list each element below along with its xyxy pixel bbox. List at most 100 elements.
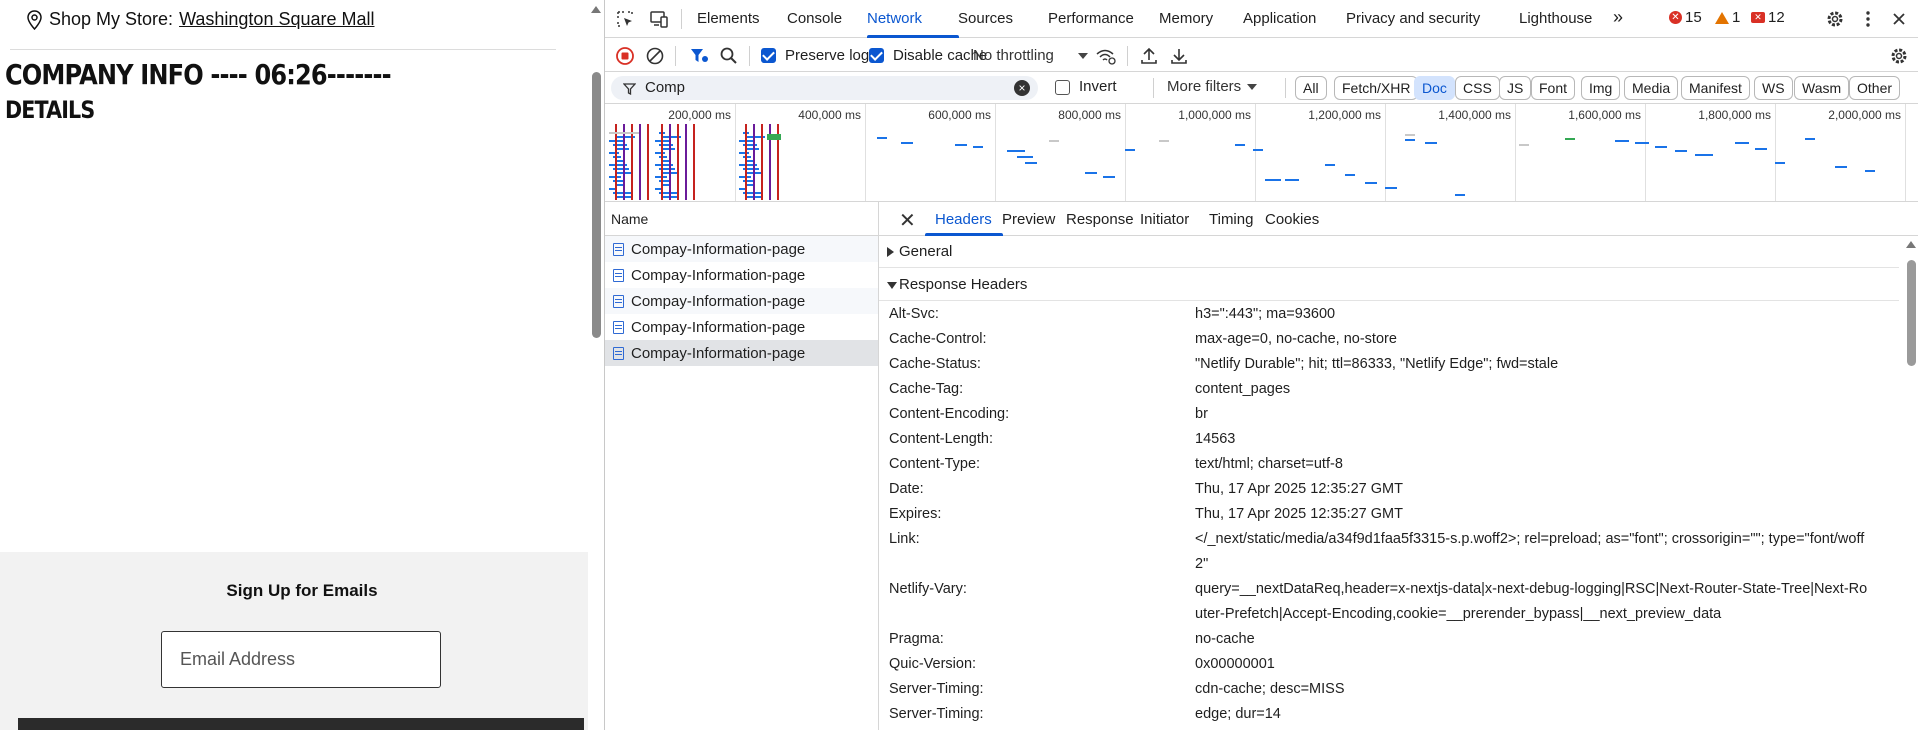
request-row[interactable]: Compay-Information-page <box>605 340 878 366</box>
tab-privacy-security[interactable]: Privacy and security <box>1346 10 1480 27</box>
header-value[interactable]: 14563 <box>1195 427 1899 452</box>
header-row: Cache-Tag: content_pages <box>879 377 1899 402</box>
tab-initiator[interactable]: Initiator <box>1140 211 1189 228</box>
header-name: Server-Timing: <box>889 681 984 697</box>
type-filter-other[interactable]: Other <box>1849 76 1901 100</box>
request-detail-pane: ✕ Headers Preview Response Initiator Tim… <box>879 202 1918 730</box>
request-row[interactable]: Compay-Information-page <box>605 288 878 314</box>
scroll-up-icon[interactable] <box>591 6 601 13</box>
kebab-menu-icon[interactable] <box>1858 9 1878 29</box>
clear-log-icon[interactable] <box>645 46 665 66</box>
type-filter-media[interactable]: Media <box>1624 76 1679 100</box>
page-scrollbar[interactable] <box>588 0 604 730</box>
header-value[interactable]: text/html; charset=utf-8 <box>1195 452 1899 477</box>
more-tabs-icon[interactable]: » <box>1613 7 1623 28</box>
tab-timing[interactable]: Timing <box>1209 211 1253 228</box>
store-selector[interactable]: Shop My Store: Washington Square Mall <box>26 9 375 30</box>
tab-network[interactable]: Network <box>867 10 922 27</box>
scrollbar-thumb[interactable] <box>1907 260 1916 366</box>
tab-elements[interactable]: Elements <box>697 10 760 27</box>
tab-sources[interactable]: Sources <box>958 10 1013 27</box>
type-filter-doc[interactable]: Doc <box>1414 76 1455 100</box>
store-name-link[interactable]: Washington Square Mall <box>179 9 374 30</box>
stop-recording-icon[interactable] <box>615 46 635 66</box>
network-overview-timeline[interactable]: 200,000 ms 400,000 ms 600,000 ms 800,000 ms… <box>605 104 1918 202</box>
tab-cookies[interactable]: Cookies <box>1265 211 1319 228</box>
settings-gear-icon[interactable] <box>1825 9 1845 29</box>
tab-preview[interactable]: Preview <box>1002 211 1055 228</box>
divider <box>10 49 556 50</box>
type-filter-js[interactable]: JS <box>1499 76 1532 100</box>
type-filter-manifest[interactable]: Manifest <box>1681 76 1750 100</box>
request-row[interactable]: Compay-Information-page <box>605 236 878 262</box>
header-value[interactable]: "Netlify Durable"; hit; ttl=86333, "Netl… <box>1195 352 1899 377</box>
header-value[interactable]: query=__nextDataReq,header=x-nextjs-data… <box>1195 577 1899 627</box>
preserve-log-checkbox[interactable] <box>761 48 776 63</box>
email-input[interactable]: Email Address <box>161 631 441 688</box>
filter-funnel-icon[interactable] <box>689 46 709 66</box>
clear-filter-icon[interactable]: × <box>1014 80 1030 96</box>
page-title: COMPANY INFO ---- 06:26------- <box>5 58 392 91</box>
export-har-icon[interactable] <box>1169 46 1189 66</box>
device-toolbar-icon[interactable] <box>649 9 669 29</box>
request-bar <box>1159 140 1169 142</box>
header-value[interactable]: </_next/static/media/a34f9d1faa5f3315-s.… <box>1195 527 1899 577</box>
type-filter-img[interactable]: Img <box>1581 76 1621 100</box>
tab-lighthouse[interactable]: Lighthouse <box>1519 10 1592 27</box>
type-filter-ws[interactable]: WS <box>1754 76 1793 100</box>
name-column-header[interactable]: Name <box>605 202 878 236</box>
header-value[interactable]: Thu, 17 Apr 2025 12:35:27 GMT <box>1195 502 1899 527</box>
header-value[interactable]: no-cache <box>1195 627 1899 652</box>
request-row[interactable]: Compay-Information-page <box>605 262 878 288</box>
inspect-element-icon[interactable] <box>615 9 635 29</box>
scrollbar-thumb[interactable] <box>592 72 601 338</box>
more-filters-dropdown[interactable]: More filters <box>1167 78 1258 95</box>
chevron-down-icon <box>1247 84 1258 91</box>
detail-scrollbar[interactable] <box>1903 236 1918 730</box>
invert-checkbox[interactable] <box>1055 80 1070 95</box>
header-value[interactable]: h3=":443"; ma=93600 <box>1195 302 1899 327</box>
response-headers-section-toggle[interactable]: Response Headers <box>879 269 1899 301</box>
request-row[interactable]: Compay-Information-page <box>605 314 878 340</box>
filter-value: Comp <box>645 79 686 96</box>
type-filter-wasm[interactable]: Wasm <box>1794 76 1850 100</box>
type-filter-font[interactable]: Font <box>1531 76 1576 100</box>
tab-performance[interactable]: Performance <box>1048 10 1134 27</box>
request-bar <box>615 124 617 200</box>
general-section-toggle[interactable]: General <box>879 236 1899 268</box>
header-row: Content-Type: text/html; charset=utf-8 <box>879 452 1899 477</box>
type-filter-all[interactable]: All <box>1295 76 1327 100</box>
header-value[interactable]: br <box>1195 402 1899 427</box>
header-value[interactable]: Thu, 17 Apr 2025 12:35:27 GMT <box>1195 477 1899 502</box>
close-devtools-icon[interactable] <box>1889 9 1909 29</box>
header-value[interactable]: 0x00000001 <box>1195 652 1899 677</box>
network-conditions-icon[interactable] <box>1095 46 1117 66</box>
errors-badge[interactable]: ✕ 15 <box>1669 9 1702 26</box>
header-row: Content-Length: 14563 <box>879 427 1899 452</box>
header-value[interactable]: edge; dur=14 <box>1195 702 1899 727</box>
warnings-badge[interactable]: 1 <box>1715 9 1740 26</box>
tab-application[interactable]: Application <box>1243 10 1316 27</box>
tab-headers[interactable]: Headers <box>935 211 992 228</box>
detail-tab-bar: ✕ Headers Preview Response Initiator Tim… <box>879 202 1918 236</box>
tab-response[interactable]: Response <box>1066 211 1134 228</box>
close-detail-icon[interactable]: ✕ <box>899 208 916 233</box>
import-har-icon[interactable] <box>1139 46 1159 66</box>
tab-memory[interactable]: Memory <box>1159 10 1213 27</box>
network-settings-gear-icon[interactable] <box>1889 46 1909 66</box>
header-row: Expires: Thu, 17 Apr 2025 12:35:27 GMT <box>879 502 1899 527</box>
request-bar <box>639 124 641 200</box>
issues-badge[interactable]: ✕ 12 <box>1751 9 1785 26</box>
header-value[interactable]: content_pages <box>1195 377 1899 402</box>
disable-cache-checkbox[interactable] <box>869 48 884 63</box>
type-filter-css[interactable]: CSS <box>1455 76 1500 100</box>
search-icon[interactable] <box>719 46 739 66</box>
header-value[interactable]: max-age=0, no-cache, no-store <box>1195 327 1899 352</box>
type-filter-fetch-xhr[interactable]: Fetch/XHR <box>1334 76 1419 100</box>
header-value[interactable]: cdn-cache; desc=MISS <box>1195 677 1899 702</box>
scroll-up-icon[interactable] <box>1906 241 1916 248</box>
signup-button[interactable] <box>18 718 584 730</box>
throttling-select[interactable]: No throttling <box>973 47 1088 64</box>
filter-input[interactable]: Comp × <box>611 76 1038 100</box>
tab-console[interactable]: Console <box>787 10 842 27</box>
